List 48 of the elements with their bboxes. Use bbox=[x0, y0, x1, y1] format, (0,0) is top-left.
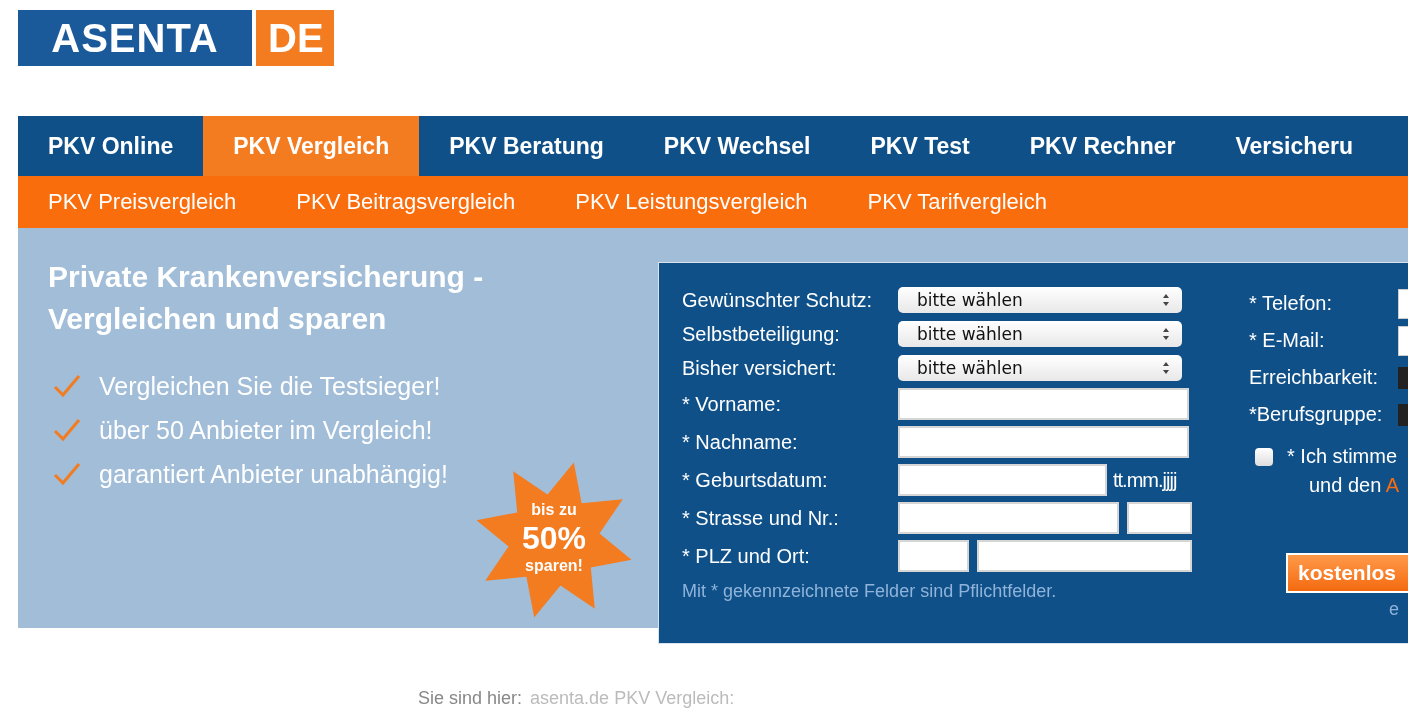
field-label: * Strasse und Nr.: bbox=[682, 506, 840, 530]
hero-title: Private Krankenversicherung - Vergleichen und sparen bbox=[48, 259, 485, 337]
input-field[interactable] bbox=[898, 502, 1119, 534]
input-field[interactable] bbox=[1127, 502, 1192, 534]
consent-text: und den A bbox=[1309, 474, 1401, 497]
input-field[interactable] bbox=[898, 426, 1189, 458]
format-hint: tt.mm.jjjj bbox=[1113, 468, 1177, 492]
field-label: *Berufsgruppe: bbox=[1249, 403, 1384, 426]
breadcrumb-label: Sie sind hier: bbox=[418, 688, 523, 708]
field-label: Gewünschter Schutz: bbox=[682, 288, 874, 312]
select-field[interactable]: bitte wählen bbox=[898, 321, 1182, 347]
field-label: * PLZ und Ort: bbox=[682, 544, 811, 568]
input-field[interactable] bbox=[898, 540, 969, 572]
input-field[interactable] bbox=[898, 388, 1189, 420]
select-arrows-icon bbox=[1162, 361, 1170, 375]
field-label: * Vorname: bbox=[682, 392, 782, 416]
field-label: Bisher versichert: bbox=[682, 356, 838, 380]
nav-tab[interactable]: PKV Online bbox=[18, 116, 204, 176]
select-field[interactable]: bitte wählen bbox=[898, 287, 1182, 313]
select-arrows-icon bbox=[1162, 327, 1170, 341]
badge-text: sparen! bbox=[525, 556, 583, 576]
input-field[interactable] bbox=[977, 540, 1192, 572]
required-note: Mit * gekennzeichnete Felder sind Pflichtfelder. bbox=[682, 581, 1058, 602]
field-label: Selbstbeteiligung: bbox=[682, 322, 841, 346]
check-icon bbox=[53, 374, 81, 398]
check-icon bbox=[53, 418, 81, 442]
checkbox[interactable] bbox=[1255, 447, 1273, 466]
benefit-text: garantiert Anbieter unabhängig! bbox=[99, 459, 448, 489]
badge-text: 50% bbox=[521, 520, 586, 556]
input-field[interactable] bbox=[898, 464, 1107, 496]
badge-text: bis zu bbox=[531, 500, 577, 520]
nav-tab[interactable]: PKV Test bbox=[840, 116, 1000, 176]
select-arrows-icon bbox=[1162, 293, 1170, 307]
field-label: Erreichbarkeit: bbox=[1249, 366, 1379, 389]
field-label: * Geburtsdatum: bbox=[682, 468, 829, 492]
consent-text: * Ich stimme bbox=[1287, 445, 1398, 468]
field-label: * Nachname: bbox=[682, 430, 799, 454]
nav-tab[interactable]: Versicheru bbox=[1205, 116, 1384, 176]
benefit-text: Vergleichen Sie die Testsieger! bbox=[99, 371, 441, 401]
select-field[interactable]: bitte wählen bbox=[898, 355, 1182, 381]
check-icon bbox=[53, 462, 81, 486]
form-text: e bbox=[1389, 599, 1400, 620]
nav-tab[interactable]: PKV Wechsel bbox=[633, 116, 841, 176]
nav-tab[interactable]: PKV Beratung bbox=[419, 116, 634, 176]
field-label: * Telefon: bbox=[1249, 292, 1334, 315]
benefit-text: über 50 Anbieter im Vergleich! bbox=[99, 415, 433, 445]
field-label: * E-Mail: bbox=[1249, 329, 1326, 352]
nav-tab[interactable]: PKV Rechner bbox=[999, 116, 1206, 176]
